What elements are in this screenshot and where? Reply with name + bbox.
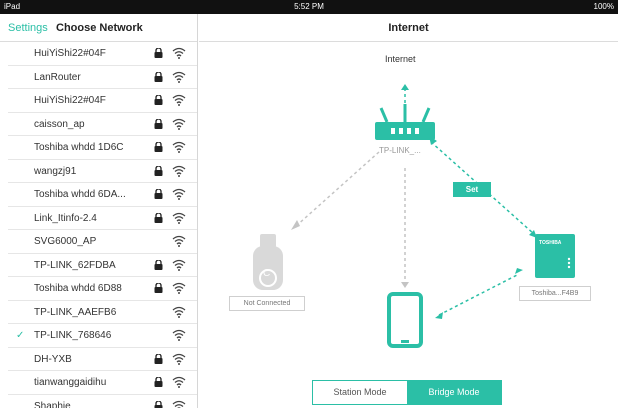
network-row[interactable]: SVG6000_AP — [8, 230, 197, 254]
wifi-icon — [172, 353, 186, 365]
wifi-icon — [172, 259, 186, 271]
lock-icon — [154, 94, 163, 105]
network-row[interactable]: HuiYiShi22#04F — [8, 89, 197, 113]
lock-icon — [154, 352, 163, 364]
network-name: TP-LINK_AAEFB6 — [34, 306, 117, 318]
sidebar-header: Settings Choose Network — [0, 14, 197, 42]
toshiba-status-badge: Toshiba...F4B9 — [519, 286, 591, 301]
network-name: HuiYiShi22#04F — [34, 95, 106, 106]
wifi-icon — [172, 376, 186, 388]
network-row[interactable]: Shaphie — [8, 395, 197, 408]
wifi-icon — [172, 282, 186, 294]
network-row[interactable]: Link_Itinfo-2.4 — [8, 207, 197, 230]
lock-icon — [154, 376, 163, 387]
lock-icon — [154, 211, 163, 223]
network-row[interactable]: Toshiba whdd 6DA... — [8, 183, 197, 207]
network-row[interactable]: Toshiba whdd 6D88 — [8, 277, 197, 301]
wifi-icon — [172, 71, 186, 83]
wifi-icon — [172, 306, 186, 318]
toshiba-brand: TOSHIBA — [539, 240, 562, 246]
network-name: TP-LINK_62FDBA — [34, 259, 116, 271]
network-row[interactable]: Toshiba whdd 1D6C — [8, 136, 197, 160]
network-row[interactable]: LanRouter — [8, 66, 197, 89]
arrow-to-usb — [291, 220, 300, 230]
arrow-to-phone — [401, 282, 409, 288]
wifi-icon — [172, 94, 186, 106]
network-name: SVG6000_AP — [34, 236, 97, 247]
wifi-icon — [172, 118, 186, 130]
arrow-to-phone-from-toshiba — [435, 312, 443, 319]
network-row[interactable]: TP-LINK_AAEFB6 — [8, 301, 197, 324]
lock-icon — [154, 164, 163, 176]
network-row[interactable]: wangzj91 — [8, 160, 197, 183]
set-button[interactable]: Set — [453, 182, 491, 197]
wifi-icon — [172, 165, 186, 177]
phone-icon — [387, 292, 423, 348]
lock-icon — [154, 141, 163, 152]
status-bar: iPad 5:52 PM 100% — [0, 0, 618, 14]
network-name: DH-YXB — [34, 353, 72, 365]
wifi-icon — [172, 47, 186, 59]
network-name: Shaphie — [34, 400, 71, 408]
network-name: caisson_ap — [34, 118, 85, 130]
network-row[interactable]: tianwanggaidihu — [8, 371, 197, 395]
arrow-to-toshiba-from-phone — [515, 268, 523, 274]
lock-icon — [154, 70, 163, 82]
battery-level: 100% — [593, 2, 614, 11]
arrow-to-internet — [401, 84, 409, 90]
router-usb-link — [294, 151, 380, 228]
phone-toshiba-link — [438, 273, 520, 316]
wifi-icon — [172, 329, 186, 341]
network-name: Toshiba whdd 1D6C — [34, 142, 124, 153]
wifi-icon — [172, 188, 186, 200]
wifi-icon — [172, 141, 186, 153]
network-name: tianwanggaidihu — [34, 377, 107, 388]
lock-icon — [154, 258, 163, 270]
network-name: HuiYiShi22#04F — [34, 48, 106, 59]
main-panel: Internet Internet TP-LINK_... Set TOSHIB… — [199, 14, 618, 408]
mode-toggle: Station Mode Bridge Mode — [312, 380, 502, 405]
sidebar-title: Choose Network — [56, 22, 143, 34]
router-label: TP-LINK_... — [379, 146, 421, 155]
network-row[interactable]: DH-YXB — [8, 348, 197, 371]
network-name: LanRouter — [34, 71, 81, 83]
usb-status-badge: Not Connected — [229, 296, 305, 311]
wifi-icon — [172, 235, 186, 247]
network-row[interactable]: TP-LINK_62FDBA — [8, 254, 197, 277]
network-name: Link_Itinfo-2.4 — [34, 212, 97, 224]
station-mode-button[interactable]: Station Mode — [313, 381, 407, 404]
wifi-icon — [172, 212, 186, 224]
usb-drive-icon — [253, 234, 283, 290]
checkmark-icon: ✓ — [16, 330, 25, 341]
lock-icon — [154, 188, 163, 199]
settings-back-button[interactable]: Settings — [8, 22, 48, 34]
network-row[interactable]: HuiYiShi22#04F — [8, 42, 197, 66]
network-sidebar: Settings Choose Network HuiYiShi22#04F La… — [0, 14, 198, 408]
lock-icon — [154, 399, 163, 408]
network-name: wangzj91 — [34, 165, 77, 177]
lock-icon — [154, 117, 163, 129]
wifi-icon — [172, 400, 186, 408]
internet-label: Internet — [385, 54, 416, 64]
network-row[interactable]: caisson_ap — [8, 113, 197, 136]
network-list: HuiYiShi22#04F LanRouter HuiYiShi22#04F cai… — [0, 42, 197, 408]
bridge-mode-button[interactable]: Bridge Mode — [407, 381, 501, 404]
network-diagram: Internet TP-LINK_... Set TOSHIBA C Not C… — [199, 42, 618, 408]
status-time: 5:52 PM — [294, 2, 324, 11]
network-name: Toshiba whdd 6DA... — [34, 189, 126, 200]
usb-letter: C — [263, 268, 271, 279]
network-name: Toshiba whdd 6D88 — [34, 283, 122, 294]
network-row[interactable]: ✓ TP-LINK_768646 — [8, 324, 197, 348]
router-icon — [375, 104, 435, 140]
lock-icon — [154, 47, 163, 58]
network-name: TP-LINK_768646 — [34, 330, 112, 341]
diagram-connections — [253, 84, 575, 348]
page-title: Internet — [199, 14, 618, 42]
lock-icon — [154, 282, 163, 293]
